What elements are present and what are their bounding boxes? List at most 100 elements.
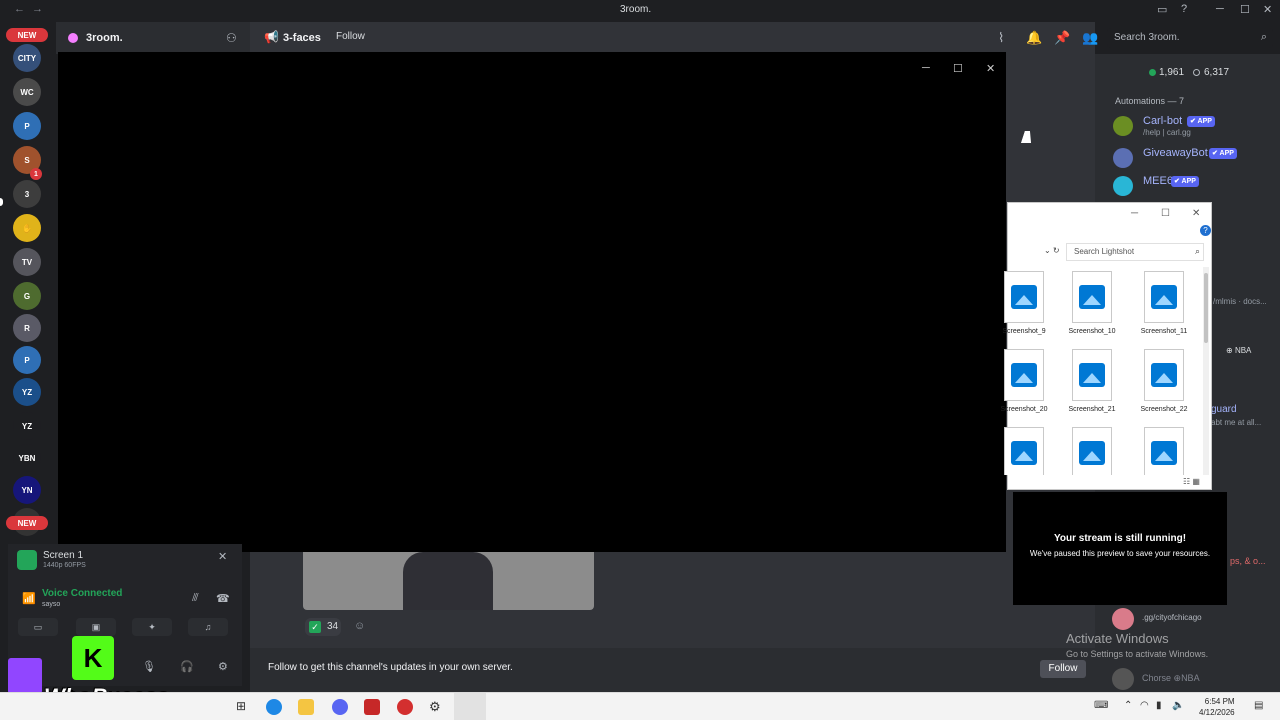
wifi-icon[interactable]: ◠: [1140, 700, 1149, 711]
scrollbar[interactable]: [1203, 267, 1209, 475]
battery-icon[interactable]: ▮: [1156, 700, 1162, 711]
server-icon[interactable]: WC: [13, 78, 41, 106]
file-label: Screenshot_20: [1000, 406, 1048, 413]
volume-icon[interactable]: 🔈: [1172, 700, 1184, 711]
app-icon[interactable]: [364, 699, 380, 715]
minimize-button[interactable]: ─: [922, 62, 930, 74]
task-view-icon[interactable]: ⊞: [236, 699, 252, 715]
preview-title: Your stream is still running!: [1053, 533, 1187, 544]
active-task[interactable]: [454, 693, 486, 720]
server-icon[interactable]: YN: [13, 476, 41, 504]
member-item[interactable]: GiveawayBot ✔ APP: [1113, 146, 1273, 172]
file-item[interactable]: [988, 427, 1048, 475]
stop-stream-icon[interactable]: ✕: [218, 550, 227, 563]
inbox-icon[interactable]: ▭: [1157, 3, 1167, 16]
forward-arrow-icon[interactable]: →: [32, 3, 43, 15]
member-name: Chorse ⊕NBA: [1142, 673, 1200, 683]
follow-button[interactable]: Follow: [1040, 660, 1086, 678]
server-icon[interactable]: R: [13, 314, 41, 342]
stream-thumbnail[interactable]: [303, 552, 594, 610]
time: 6:54 PM: [1204, 697, 1235, 706]
server-icon[interactable]: 3: [13, 180, 41, 208]
help-icon[interactable]: ?: [1200, 225, 1211, 236]
search-placeholder: Search 3room.: [1114, 32, 1180, 43]
file-explorer-window[interactable]: ─ ☐ ✕ ? ⌄ ↻ Search Lightshot ⌕ Screensho…: [1000, 202, 1212, 490]
file-item[interactable]: [1128, 427, 1188, 475]
image-file-icon: [1079, 285, 1105, 309]
noise-suppression-icon[interactable]: ⫻: [192, 592, 199, 605]
close-button[interactable]: ✕: [1192, 208, 1200, 219]
view-toggle-icon[interactable]: ☷ ▦: [1183, 477, 1200, 486]
reaction-button[interactable]: ✓ 34: [305, 618, 341, 636]
server-header[interactable]: 3room. ⚇: [56, 22, 250, 54]
stream-popout-window[interactable]: ─ ☐ ✕: [58, 52, 1006, 552]
guard-status: abt me at all...: [1211, 418, 1262, 427]
stream-preview[interactable]: Your stream is still running! We've paus…: [1013, 492, 1227, 605]
close-button[interactable]: ✕: [986, 62, 995, 75]
server-icon[interactable]: ✋: [13, 214, 41, 242]
file-item[interactable]: [1056, 427, 1116, 475]
notifications-icon[interactable]: ▤: [1254, 700, 1263, 711]
reaction-count: 34: [327, 621, 339, 632]
member-name-text: Chorse: [1142, 673, 1172, 683]
file-item[interactable]: Screenshot_20: [988, 349, 1048, 419]
voice-channel: saysо: [42, 601, 61, 608]
maximize-button[interactable]: ☐: [1240, 3, 1250, 16]
file-item[interactable]: Screenshot_21: [1056, 349, 1116, 419]
add-reaction-icon[interactable]: ☺: [354, 620, 365, 632]
threads-icon[interactable]: ⌇: [998, 30, 1004, 46]
minimize-button[interactable]: ─: [1131, 208, 1138, 219]
server-icon[interactable]: P: [13, 112, 41, 140]
server-icon[interactable]: P: [13, 346, 41, 374]
clock[interactable]: 6:54 PM 4/12/2026: [1199, 696, 1235, 718]
obs-icon[interactable]: [397, 699, 413, 715]
keyboard-icon[interactable]: ⌨: [1094, 700, 1108, 711]
image-file-icon: [1151, 285, 1177, 309]
server-icon[interactable]: YZ: [13, 412, 41, 440]
file-explorer-icon[interactable]: [298, 699, 314, 715]
member-item[interactable]: MEE6 ✔ APP: [1113, 174, 1273, 200]
edge-icon[interactable]: [266, 699, 282, 715]
maximize-button[interactable]: ☐: [953, 62, 963, 75]
file-label: Screenshot_9: [1002, 328, 1046, 335]
file-label: Screenshot_10: [1068, 328, 1116, 335]
discord-icon[interactable]: [332, 699, 348, 715]
offline-dot: [1193, 69, 1200, 76]
close-button[interactable]: ✕: [1263, 3, 1272, 16]
person-figure: [403, 552, 493, 610]
settings-gear-icon[interactable]: ⚙: [429, 699, 445, 715]
back-arrow-icon[interactable]: ←: [14, 3, 25, 15]
image-file-icon: [1079, 441, 1105, 465]
image-file-icon: [1011, 285, 1037, 309]
title-bar: ← → 3room. ▭ ? ─ ☐ ✕: [0, 0, 1280, 22]
file-label: Screenshot_11: [1140, 328, 1188, 335]
nba-text: NBA: [1234, 346, 1252, 355]
server-icon[interactable]: G: [13, 282, 41, 310]
server-icon[interactable]: TV: [13, 248, 41, 276]
search-input[interactable]: Search Lightshot ⌕: [1066, 243, 1204, 261]
member-item[interactable]: Carl-bot ✔ APP /help | carl.gg: [1113, 114, 1273, 140]
invite-icon[interactable]: ⚇: [226, 31, 237, 45]
server-icon[interactable]: YBN: [13, 444, 41, 472]
file-item[interactable]: Screenshot_9: [988, 271, 1048, 341]
minimize-button[interactable]: ─: [1216, 3, 1224, 15]
refresh-icon[interactable]: ⌄ ↻: [1044, 246, 1060, 255]
server-icon[interactable]: YZ: [13, 378, 41, 406]
follow-link[interactable]: Follow: [336, 31, 365, 42]
channel-header: 📢 3-faces Follow ⌇ 🔔 📌 👥: [250, 22, 1098, 54]
maximize-button[interactable]: ☐: [1161, 208, 1170, 219]
pin-icon[interactable]: 📌: [1054, 30, 1070, 46]
server-icon[interactable]: CITY: [13, 44, 41, 72]
help-icon[interactable]: ?: [1181, 3, 1187, 15]
chevron-up-icon[interactable]: ⌃: [1124, 700, 1132, 711]
member-list-icon[interactable]: 👥: [1082, 30, 1098, 46]
file-item[interactable]: Screenshot_22: [1128, 349, 1188, 419]
search-input[interactable]: Search 3room. ⌕: [1107, 28, 1273, 48]
file-item[interactable]: Screenshot_11: [1128, 271, 1188, 341]
disconnect-icon[interactable]: ☎: [216, 592, 230, 605]
guard-name: guard: [1211, 404, 1237, 415]
image-file-icon: [1011, 363, 1037, 387]
bell-icon[interactable]: 🔔: [1026, 30, 1042, 46]
channel-name: 3-faces: [283, 32, 321, 44]
file-item[interactable]: Screenshot_10: [1056, 271, 1116, 341]
